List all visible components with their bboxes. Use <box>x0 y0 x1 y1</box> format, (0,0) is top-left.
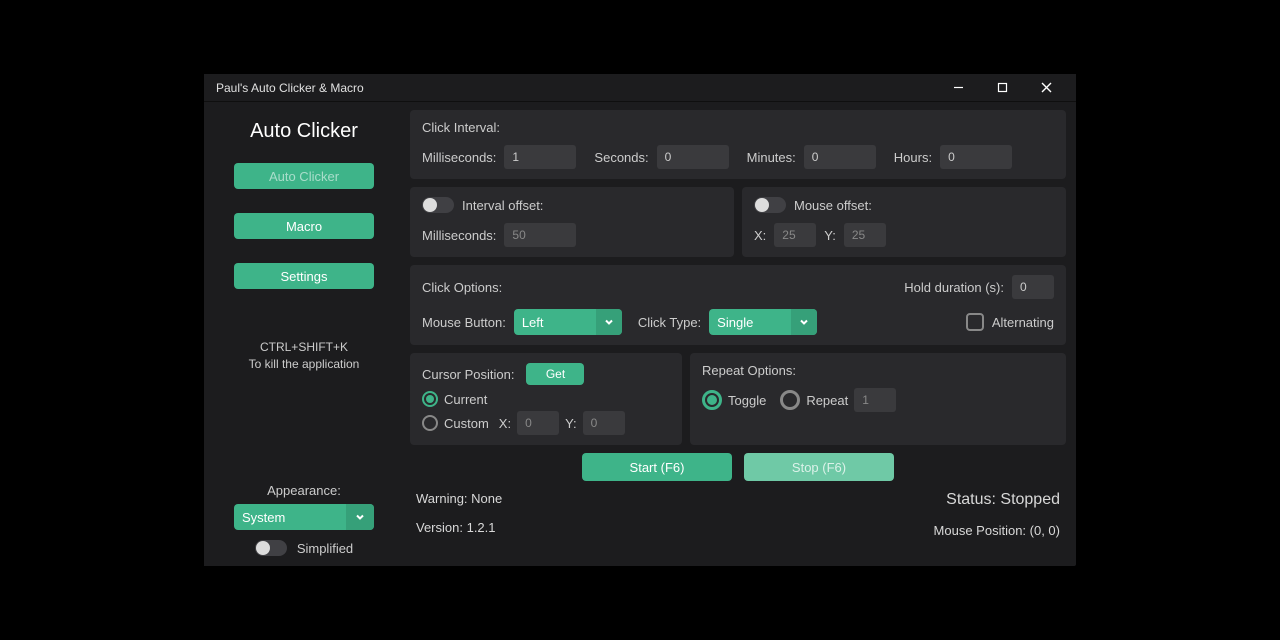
interval-hr-input[interactable] <box>940 145 1012 169</box>
click-interval-title: Click Interval: <box>422 120 1054 135</box>
interval-offset-panel: Interval offset: Milliseconds: <box>410 187 734 257</box>
warning-text: Warning: None <box>416 491 502 506</box>
page-title: Auto Clicker <box>250 120 358 143</box>
main-content: Click Interval: Milliseconds: Seconds: M… <box>404 102 1076 566</box>
status-text: Status: Stopped <box>934 491 1060 509</box>
interval-offset-ms-input[interactable] <box>504 223 576 247</box>
chevron-down-icon <box>791 309 817 335</box>
version-text: Version: 1.2.1 <box>416 520 502 535</box>
repeat-count-radio[interactable] <box>780 390 800 410</box>
kill-hint: CTRL+SHIFT+K To kill the application <box>249 339 360 373</box>
cursor-y-input[interactable] <box>583 411 625 435</box>
sidebar: Auto Clicker Auto Clicker Macro Settings… <box>204 102 404 566</box>
cursor-current-radio[interactable] <box>422 391 438 407</box>
cursor-position-panel: Cursor Position: Get Current Custom X: Y… <box>410 353 682 445</box>
mouse-offset-toggle[interactable] <box>754 197 786 213</box>
interval-sec-input[interactable] <box>657 145 729 169</box>
cursor-position-title: Cursor Position: <box>422 367 514 382</box>
close-button[interactable] <box>1024 74 1068 102</box>
mouse-button-select[interactable]: Left <box>514 309 622 335</box>
interval-offset-toggle[interactable] <box>422 197 454 213</box>
maximize-button[interactable] <box>980 74 1024 102</box>
chevron-down-icon <box>596 309 622 335</box>
window-title: Paul's Auto Clicker & Macro <box>216 81 936 95</box>
mouse-offset-panel: Mouse offset: X: Y: <box>742 187 1066 257</box>
get-cursor-button[interactable]: Get <box>526 363 584 385</box>
repeat-count-input[interactable] <box>854 388 896 412</box>
mouse-offset-y-input[interactable] <box>844 223 886 247</box>
repeat-options-title: Repeat Options: <box>702 363 1054 378</box>
start-button[interactable]: Start (F6) <box>582 453 732 481</box>
minimize-button[interactable] <box>936 74 980 102</box>
status-area: Warning: None Version: 1.2.1 Status: Sto… <box>410 489 1066 540</box>
interval-min-input[interactable] <box>804 145 876 169</box>
mouse-offset-x-input[interactable] <box>774 223 816 247</box>
click-options-title: Click Options: <box>422 280 502 295</box>
nav-auto-clicker[interactable]: Auto Clicker <box>234 163 374 189</box>
hold-duration-input[interactable] <box>1012 275 1054 299</box>
mouse-position-text: Mouse Position: (0, 0) <box>934 523 1060 538</box>
alternating-checkbox[interactable] <box>966 313 984 331</box>
app-window: Paul's Auto Clicker & Macro Auto Clicker… <box>204 74 1076 566</box>
click-type-select[interactable]: Single <box>709 309 817 335</box>
click-options-panel: Click Options: Hold duration (s): Mouse … <box>410 265 1066 345</box>
titlebar: Paul's Auto Clicker & Macro <box>204 74 1076 102</box>
cursor-custom-radio[interactable] <box>422 415 438 431</box>
nav-settings[interactable]: Settings <box>234 263 374 289</box>
chevron-down-icon <box>346 504 374 530</box>
simplified-toggle[interactable] <box>255 540 287 556</box>
nav-macro[interactable]: Macro <box>234 213 374 239</box>
cursor-x-input[interactable] <box>517 411 559 435</box>
action-row: Start (F6) Stop (F6) <box>410 453 1066 481</box>
repeat-options-panel: Repeat Options: Toggle Repeat <box>690 353 1066 445</box>
click-interval-panel: Click Interval: Milliseconds: Seconds: M… <box>410 110 1066 179</box>
repeat-toggle-radio[interactable] <box>702 390 722 410</box>
interval-ms-input[interactable] <box>504 145 576 169</box>
appearance-label: Appearance: <box>267 483 341 498</box>
stop-button[interactable]: Stop (F6) <box>744 453 894 481</box>
appearance-select[interactable]: System <box>234 504 374 530</box>
simplified-label: Simplified <box>297 541 353 556</box>
